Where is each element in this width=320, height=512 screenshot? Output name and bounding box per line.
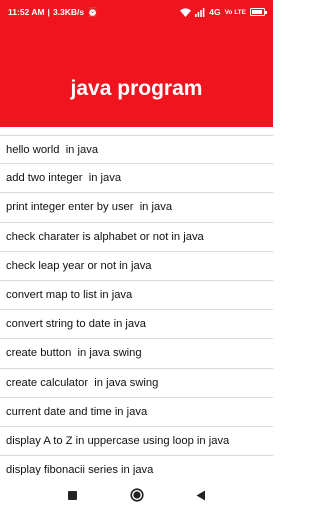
home-circle-icon bbox=[129, 488, 144, 502]
list-item[interactable]: check leap year or not in java bbox=[0, 252, 273, 281]
back-triangle-icon bbox=[196, 490, 205, 500]
list-item[interactable]: check charater is alphabet or not in jav… bbox=[0, 223, 273, 252]
status-separator: | bbox=[47, 7, 50, 17]
list-item[interactable]: display fibonacii series in java bbox=[0, 456, 273, 475]
list-item[interactable]: convert map to list in java bbox=[0, 281, 273, 311]
back-button[interactable] bbox=[193, 487, 209, 503]
list-item[interactable]: current date and time in java bbox=[0, 398, 273, 427]
list-item[interactable]: hello world in java bbox=[0, 135, 273, 165]
alarm-icon: ⏰ bbox=[87, 6, 99, 17]
status-bar: 11:52 AM | 3.3KB/s ⏰ 4G Vo LTE bbox=[0, 0, 273, 24]
recents-button[interactable] bbox=[65, 487, 81, 503]
app-header: java program bbox=[0, 24, 273, 127]
page-title: java program bbox=[70, 76, 203, 100]
volte-badge: Vo LTE bbox=[224, 8, 246, 16]
status-left: 11:52 AM | 3.3KB/s ⏰ bbox=[8, 7, 98, 18]
status-time: 11:52 AM bbox=[8, 7, 45, 17]
battery-icon bbox=[250, 8, 267, 16]
list-item[interactable]: create calculator in java swing bbox=[0, 369, 273, 398]
wifi-icon bbox=[180, 7, 192, 17]
battery-fill bbox=[252, 10, 262, 14]
signal-icon bbox=[195, 7, 205, 17]
status-speed: 3.3KB/s bbox=[52, 7, 85, 17]
recents-square-icon bbox=[68, 490, 77, 500]
list-item[interactable]: create button in java swing bbox=[0, 339, 273, 369]
list-item[interactable]: display A to Z in uppercase using loop i… bbox=[0, 427, 273, 457]
program-list[interactable]: hello world in java add two integer in ja… bbox=[0, 135, 273, 475]
list-item[interactable]: convert string to date in java bbox=[0, 310, 273, 340]
list-item[interactable]: add two integer in java bbox=[0, 164, 273, 194]
status-right: 4G Vo LTE bbox=[180, 7, 267, 17]
list-item[interactable]: print integer enter by user in java bbox=[0, 193, 273, 223]
navigation-bar bbox=[0, 478, 273, 512]
network-type: 4G bbox=[209, 7, 221, 17]
home-button[interactable] bbox=[129, 487, 145, 503]
